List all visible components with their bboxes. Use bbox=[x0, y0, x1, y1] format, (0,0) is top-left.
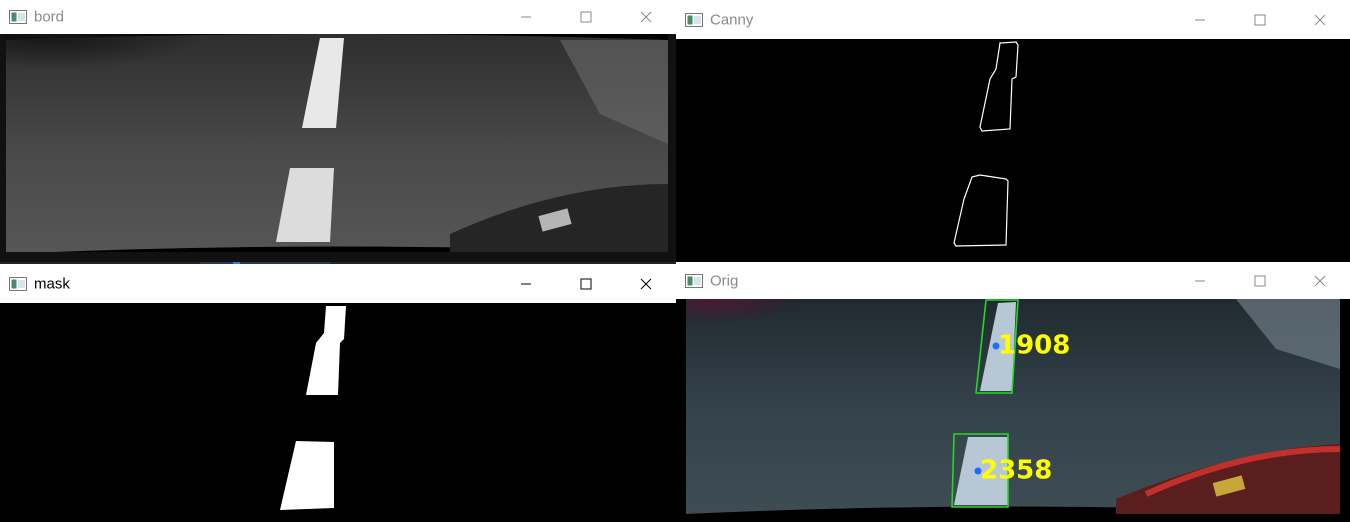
window-title: Canny bbox=[710, 11, 754, 28]
close-icon bbox=[1314, 275, 1326, 286]
app-icon bbox=[9, 10, 27, 24]
app-icon bbox=[685, 273, 703, 288]
maximize-button[interactable] bbox=[556, 264, 616, 303]
minimize-icon bbox=[1195, 280, 1205, 281]
maximize-icon bbox=[1254, 14, 1266, 25]
close-icon bbox=[640, 11, 652, 23]
minimize-button[interactable] bbox=[1170, 262, 1230, 299]
maximize-button[interactable] bbox=[556, 0, 616, 34]
window-title: mask bbox=[34, 275, 70, 292]
detection-label: 2358 bbox=[980, 456, 1052, 486]
window-orig[interactable]: Orig 1908 2358 bbox=[676, 262, 1350, 522]
close-button[interactable] bbox=[1290, 262, 1350, 299]
image-canny-edges bbox=[676, 39, 1350, 262]
close-button[interactable] bbox=[1290, 0, 1350, 39]
titlebar[interactable]: Canny bbox=[676, 0, 1350, 39]
maximize-button[interactable] bbox=[1230, 262, 1290, 299]
maximize-icon bbox=[580, 278, 592, 289]
image-mask-binary bbox=[0, 303, 676, 522]
image-bord-grayscale bbox=[0, 34, 676, 262]
titlebar[interactable]: mask bbox=[0, 264, 676, 303]
maximize-button[interactable] bbox=[1230, 0, 1290, 39]
titlebar[interactable]: Orig bbox=[676, 262, 1350, 299]
maximize-icon bbox=[580, 11, 592, 23]
close-button[interactable] bbox=[616, 0, 676, 34]
minimize-icon bbox=[521, 283, 531, 284]
close-icon bbox=[640, 278, 652, 289]
image-orig-detections: 1908 2358 bbox=[676, 299, 1350, 522]
window-canny[interactable]: Canny bbox=[676, 0, 1350, 262]
window-title: Orig bbox=[710, 272, 739, 289]
window-title: bord bbox=[34, 8, 65, 26]
close-icon bbox=[1314, 14, 1326, 25]
titlebar[interactable]: bord bbox=[0, 0, 676, 34]
window-bord[interactable]: bord bbox=[0, 0, 676, 262]
minimize-button[interactable] bbox=[496, 264, 556, 303]
close-button[interactable] bbox=[616, 264, 676, 303]
minimize-button[interactable] bbox=[496, 0, 556, 34]
window-mask[interactable]: mask bbox=[0, 264, 676, 522]
minimize-icon bbox=[521, 16, 531, 18]
minimize-button[interactable] bbox=[1170, 0, 1230, 39]
detection-label: 1908 bbox=[998, 331, 1070, 361]
minimize-icon bbox=[1195, 19, 1205, 20]
app-icon bbox=[685, 12, 703, 27]
app-icon bbox=[9, 276, 27, 291]
maximize-icon bbox=[1254, 275, 1266, 286]
